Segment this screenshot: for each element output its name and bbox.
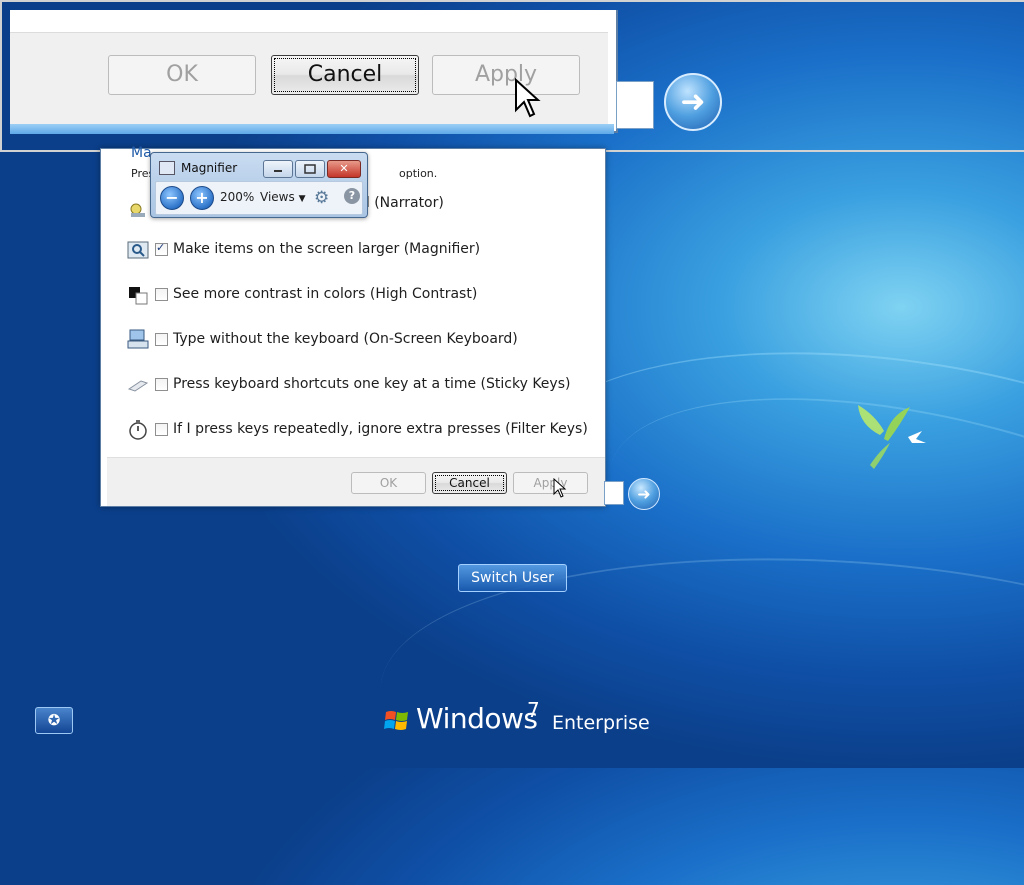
maximize-button[interactable] xyxy=(295,160,325,178)
brand-name: Windows xyxy=(416,702,538,735)
ease-of-access-button[interactable]: ✪ xyxy=(35,707,73,734)
option-checkbox[interactable] xyxy=(155,332,168,346)
zoomed-submit-arrow-icon: ➜ xyxy=(664,73,722,131)
narrator-icon xyxy=(129,199,149,219)
magnifier-controls: − + 200% Views ▼ ⚙ ? xyxy=(155,181,363,215)
magnifier-toolbar[interactable]: Magnifier ✕ − + 200% Views ▼ ⚙ ? xyxy=(150,152,368,218)
option-label: If I press keys repeatedly, ignore extra… xyxy=(173,421,588,437)
magnifier-title: Magnifier xyxy=(181,161,238,175)
windows-logo-icon xyxy=(384,711,408,730)
minimize-button[interactable] xyxy=(263,160,293,178)
cancel-button[interactable]: Cancel xyxy=(432,472,507,494)
chevron-down-icon: ▼ xyxy=(298,194,306,204)
zoomed-ok-button[interactable]: OK xyxy=(108,55,256,95)
close-button[interactable]: ✕ xyxy=(327,160,361,178)
zoom-level: 200% xyxy=(220,190,255,204)
magnifier-icon xyxy=(127,238,149,260)
magnifier-lens-view: OK Cancel Apply ➜ xyxy=(0,0,1024,152)
views-label: Views xyxy=(260,190,295,204)
option-magnifier[interactable]: Make items on the screen larger (Magnifi… xyxy=(127,235,480,263)
mouse-cursor-icon xyxy=(553,478,567,498)
zoom-out-button[interactable]: − xyxy=(160,186,184,210)
option-label: See more contrast in colors (High Contra… xyxy=(173,286,478,302)
stopwatch-icon xyxy=(127,418,149,440)
magnifier-titlebar[interactable]: Magnifier ✕ xyxy=(151,153,367,181)
help-icon[interactable]: ? xyxy=(344,188,360,204)
option-high-contrast[interactable]: See more contrast in colors (High Contra… xyxy=(127,280,477,308)
views-dropdown[interactable]: Views ▼ xyxy=(260,190,305,204)
password-field[interactable] xyxy=(604,481,624,505)
minimize-icon xyxy=(274,170,282,172)
dialog-heading: Ma xyxy=(131,145,152,161)
option-label: Make items on the screen larger (Magnifi… xyxy=(173,241,481,257)
brand-version: 7 xyxy=(527,698,540,722)
option-sticky-keys[interactable]: Press keyboard shortcuts one key at a ti… xyxy=(127,370,570,398)
keyboard-icon xyxy=(127,328,149,350)
zoomed-window-border xyxy=(10,124,614,134)
option-checkbox[interactable] xyxy=(155,422,168,436)
sticky-keys-icon xyxy=(127,373,149,395)
zoomed-mouse-cursor-icon xyxy=(515,78,541,118)
apply-button[interactable]: Apply xyxy=(513,472,588,494)
submit-arrow-button[interactable]: ➜ xyxy=(628,478,660,510)
dialog-instruction-tail: option. xyxy=(399,167,438,180)
gear-icon[interactable]: ⚙ xyxy=(314,188,329,208)
option-checkbox[interactable] xyxy=(155,241,168,256)
zoomed-apply-button[interactable]: Apply xyxy=(432,55,580,95)
brand-edition: Enterprise xyxy=(552,712,650,734)
option-on-screen-keyboard[interactable]: Type without the keyboard (On-Screen Key… xyxy=(127,325,518,353)
high-contrast-icon xyxy=(127,283,149,305)
bird-logo-decoration xyxy=(858,405,926,469)
zoom-in-button[interactable]: + xyxy=(190,186,214,210)
ok-button[interactable]: OK xyxy=(351,472,426,494)
zoomed-password-field xyxy=(616,81,654,129)
maximize-icon xyxy=(304,164,316,174)
arrow-right-icon: ➜ xyxy=(637,484,651,504)
option-label: Type without the keyboard (On-Screen Key… xyxy=(173,331,518,347)
ease-of-access-icon: ✪ xyxy=(47,711,61,729)
zoomed-cancel-button[interactable]: Cancel xyxy=(271,55,419,95)
option-label: Press keyboard shortcuts one key at a ti… xyxy=(173,376,571,392)
option-checkbox[interactable] xyxy=(155,287,168,301)
option-filter-keys[interactable]: If I press keys repeatedly, ignore extra… xyxy=(127,415,588,443)
magnifier-app-icon xyxy=(159,161,175,175)
ease-dialog-footer: OK Cancel Apply xyxy=(107,457,605,506)
switch-user-button[interactable]: Switch User xyxy=(458,564,567,592)
option-checkbox[interactable] xyxy=(155,377,168,391)
